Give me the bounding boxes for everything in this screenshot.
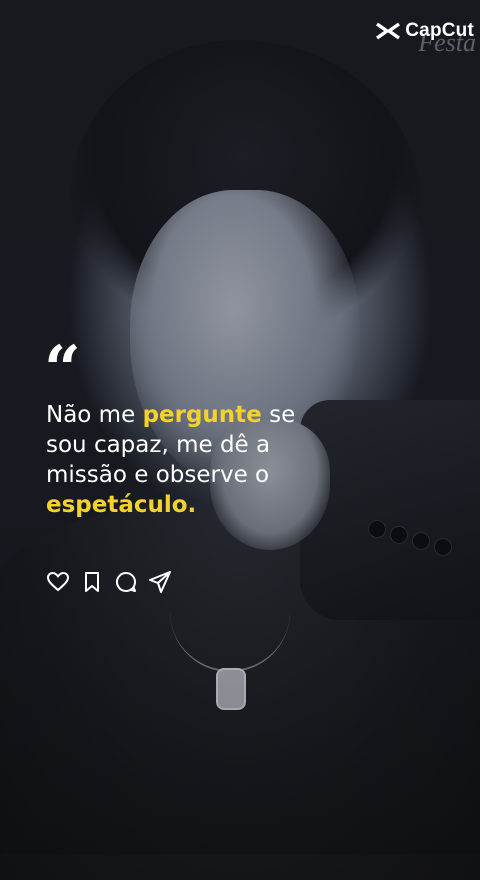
quote-text: Não me pergunte se sou capaz, me dê a mi…: [46, 400, 326, 520]
comment-icon: [116, 572, 137, 592]
send-icon: [149, 571, 171, 593]
bookmark-icon: [85, 572, 99, 592]
quote-segment: Não me: [46, 402, 143, 428]
share-button[interactable]: [148, 570, 172, 594]
capcut-logo: CapCut: [375, 20, 474, 42]
quote-highlight: pergunte: [142, 402, 262, 428]
like-button[interactable]: [46, 570, 70, 594]
action-bar: [46, 570, 172, 594]
quote-mark-icon: “: [44, 332, 81, 407]
heart-icon: [46, 571, 70, 592]
capcut-logo-text: CapCut: [405, 20, 474, 41]
comment-button[interactable]: [114, 570, 138, 594]
save-button[interactable]: [80, 570, 104, 594]
capcut-logo-icon: [376, 22, 401, 40]
quote-highlight: espetáculo.: [46, 492, 197, 518]
